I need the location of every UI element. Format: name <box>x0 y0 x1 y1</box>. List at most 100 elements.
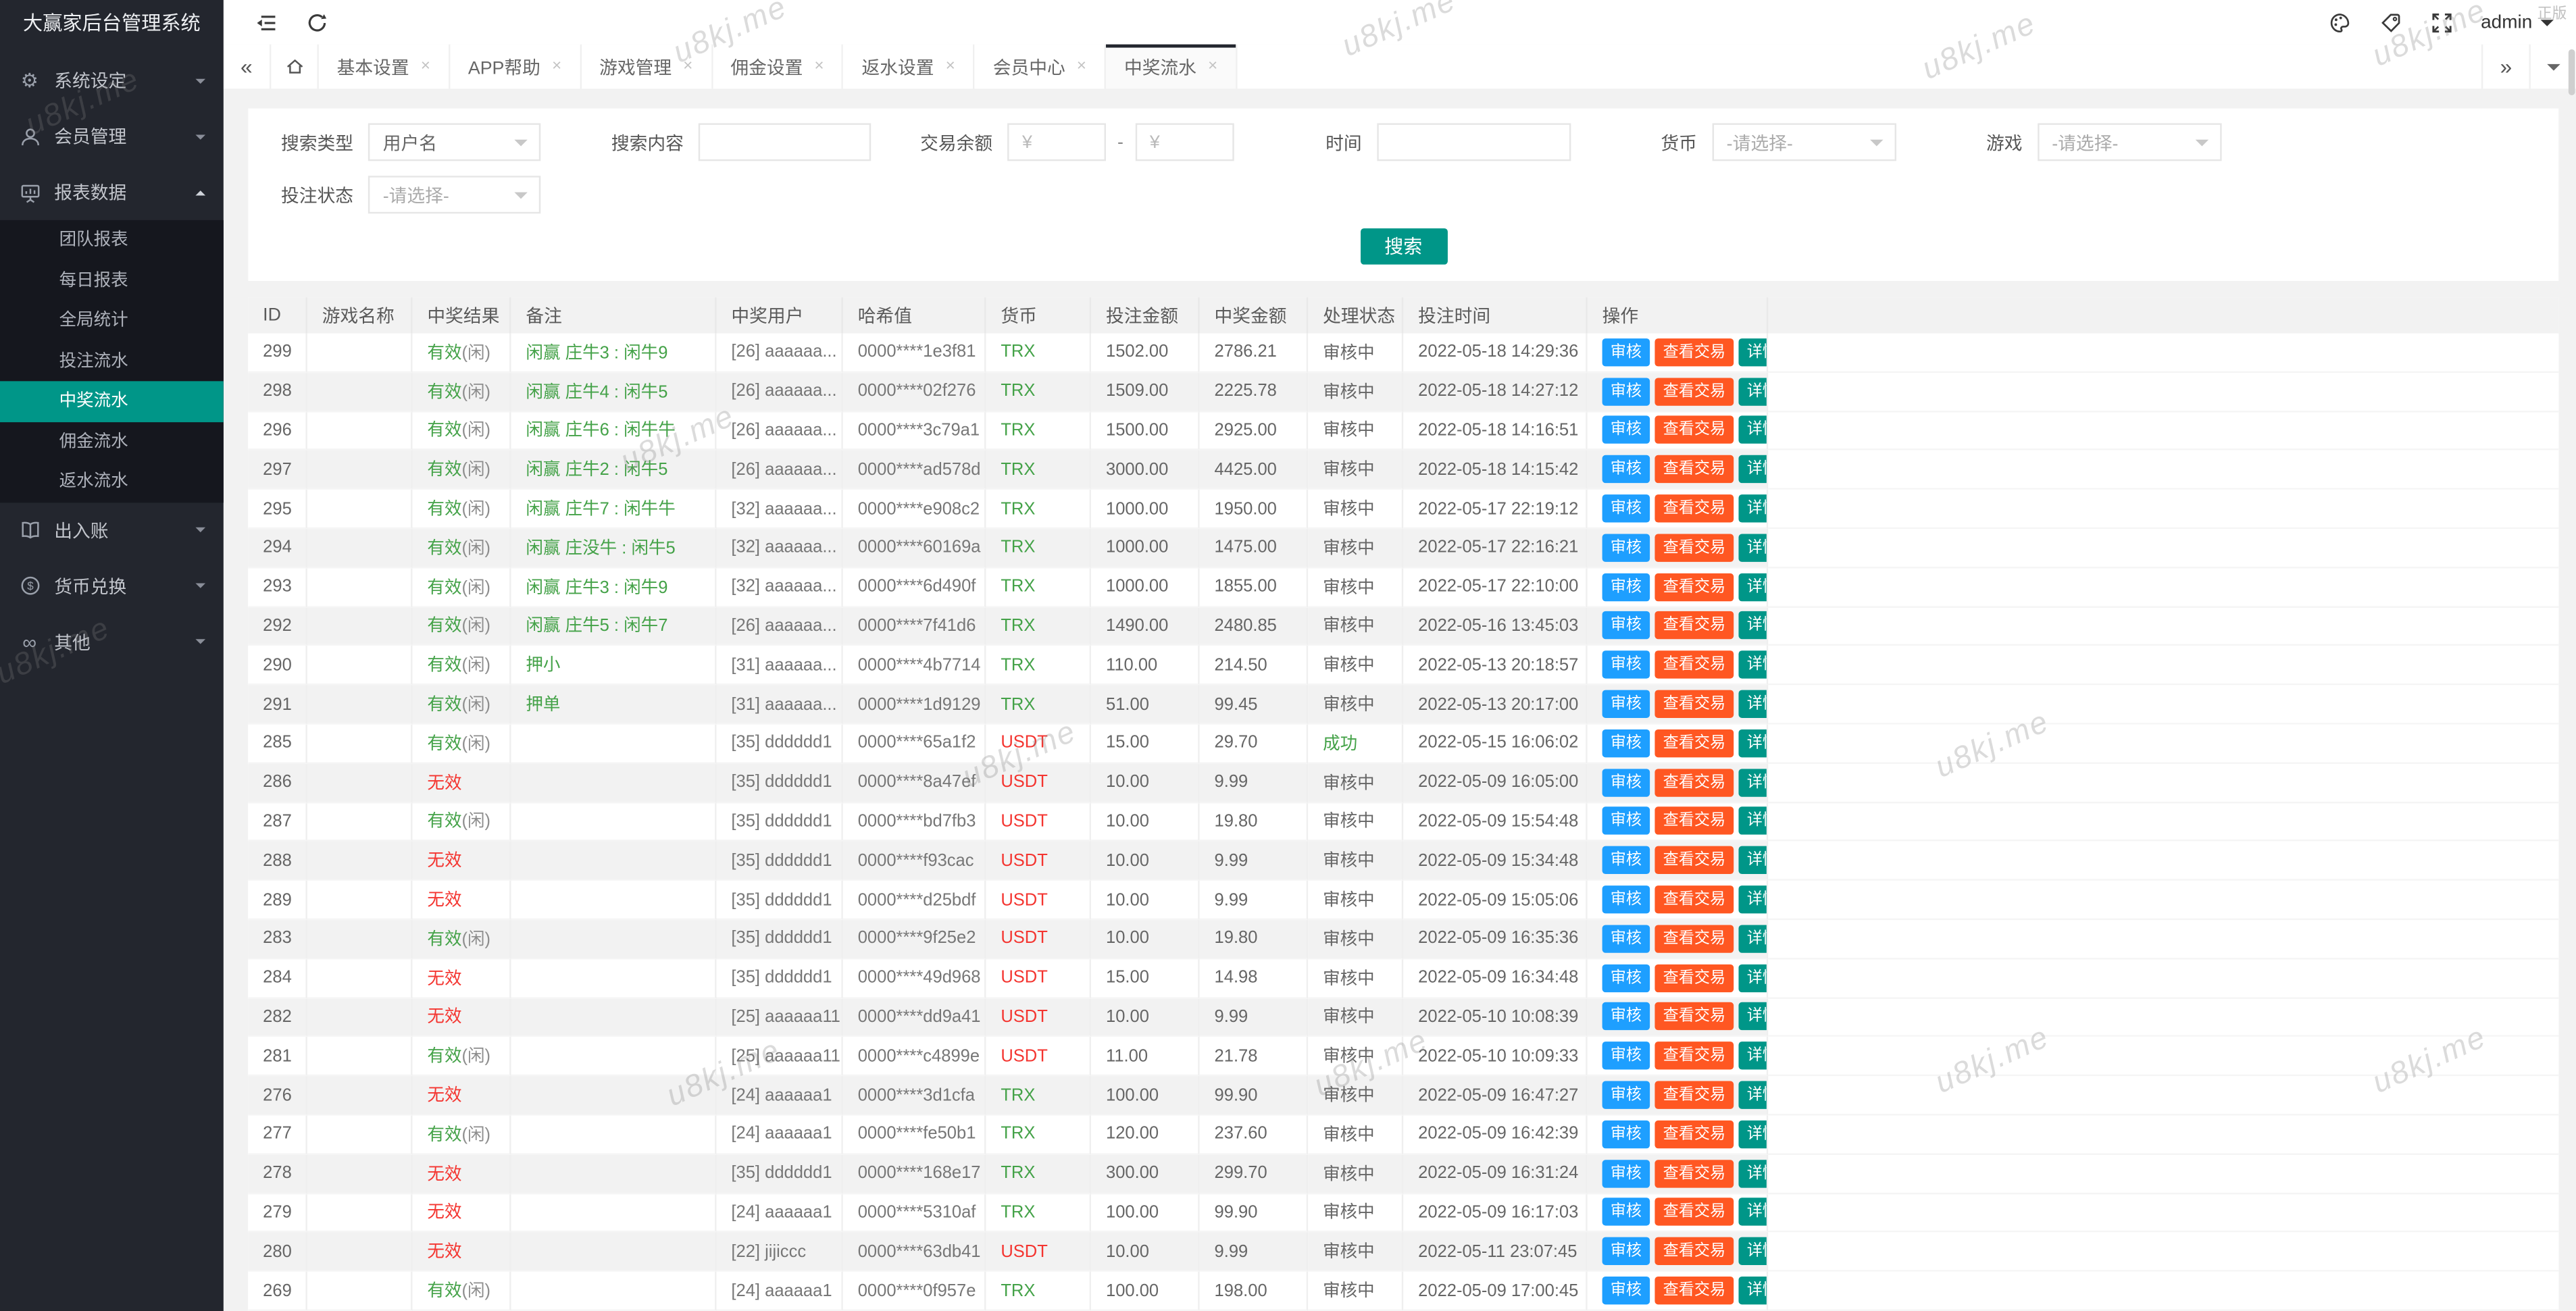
audit-button[interactable]: 审核 <box>1602 769 1650 796</box>
audit-button[interactable]: 审核 <box>1602 1003 1650 1031</box>
detail-button[interactable]: 详情 <box>1739 807 1769 835</box>
tab-会员中心[interactable]: 会员中心× <box>975 45 1106 89</box>
detail-button[interactable]: 详情 <box>1739 1198 1769 1226</box>
collapse-sidebar-icon[interactable] <box>253 11 278 34</box>
tabs-scroll-left-icon[interactable]: « <box>224 45 272 89</box>
view-transaction-button[interactable]: 查看交易 <box>1655 846 1734 874</box>
tab-佣金设置[interactable]: 佣金设置× <box>713 45 844 89</box>
detail-button[interactable]: 详情 <box>1739 964 1769 992</box>
view-transaction-button[interactable]: 查看交易 <box>1655 807 1734 835</box>
audit-button[interactable]: 审核 <box>1602 1159 1650 1187</box>
detail-button[interactable]: 详情 <box>1739 1277 1769 1304</box>
theme-palette-icon[interactable] <box>2328 11 2351 34</box>
audit-button[interactable]: 审核 <box>1602 846 1650 874</box>
refresh-icon[interactable] <box>305 11 328 34</box>
audit-button[interactable]: 审核 <box>1602 885 1650 913</box>
audit-button[interactable]: 审核 <box>1602 573 1650 600</box>
detail-button[interactable]: 详情 <box>1739 1003 1769 1031</box>
audit-button[interactable]: 审核 <box>1602 1042 1650 1070</box>
tab-APP帮助[interactable]: APP帮助× <box>450 45 581 89</box>
audit-button[interactable]: 审核 <box>1602 964 1650 992</box>
detail-button[interactable]: 详情 <box>1739 494 1769 522</box>
detail-button[interactable]: 详情 <box>1739 573 1769 600</box>
view-transaction-button[interactable]: 查看交易 <box>1655 1159 1734 1187</box>
close-icon[interactable]: × <box>1208 57 1217 76</box>
detail-button[interactable]: 详情 <box>1739 1237 1769 1265</box>
view-transaction-button[interactable]: 查看交易 <box>1655 1277 1734 1304</box>
balance-max-input[interactable] <box>1167 132 1219 152</box>
audit-button[interactable]: 审核 <box>1602 417 1650 444</box>
close-icon[interactable]: × <box>1077 57 1086 76</box>
view-transaction-button[interactable]: 查看交易 <box>1655 573 1734 600</box>
detail-button[interactable]: 详情 <box>1739 1159 1769 1187</box>
audit-button[interactable]: 审核 <box>1602 1081 1650 1109</box>
view-transaction-button[interactable]: 查看交易 <box>1655 378 1734 405</box>
view-transaction-button[interactable]: 查看交易 <box>1655 534 1734 561</box>
view-transaction-button[interactable]: 查看交易 <box>1655 1237 1734 1265</box>
view-transaction-button[interactable]: 查看交易 <box>1655 964 1734 992</box>
audit-button[interactable]: 审核 <box>1602 338 1650 366</box>
sidebar-item-currency-exchange[interactable]: $ 货币兑换 <box>0 558 224 614</box>
tab-中奖流水[interactable]: 中奖流水× <box>1106 45 1237 89</box>
detail-button[interactable]: 详情 <box>1739 885 1769 913</box>
sidebar-item-team-report[interactable]: 团队报表 <box>0 220 224 261</box>
fullscreen-icon[interactable] <box>2430 11 2453 34</box>
sidebar-item-daily-report[interactable]: 每日报表 <box>0 261 224 301</box>
detail-button[interactable]: 详情 <box>1739 455 1769 483</box>
close-icon[interactable]: × <box>552 57 561 76</box>
view-transaction-button[interactable]: 查看交易 <box>1655 1003 1734 1031</box>
view-transaction-button[interactable]: 查看交易 <box>1655 651 1734 679</box>
close-icon[interactable]: × <box>814 57 824 76</box>
tabs-scroll-right-icon[interactable]: » <box>2481 45 2529 89</box>
close-icon[interactable]: × <box>421 57 430 76</box>
audit-button[interactable]: 审核 <box>1602 1198 1650 1226</box>
audit-button[interactable]: 审核 <box>1602 1277 1650 1304</box>
home-tab-icon[interactable] <box>271 45 319 89</box>
audit-button[interactable]: 审核 <box>1602 925 1650 952</box>
sidebar-item-in-out-account[interactable]: 出入账 <box>0 502 224 558</box>
tag-icon[interactable] <box>2379 11 2402 34</box>
bet-status-select[interactable]: -请选择- <box>368 176 540 213</box>
detail-button[interactable]: 详情 <box>1739 534 1769 561</box>
view-transaction-button[interactable]: 查看交易 <box>1655 417 1734 444</box>
sidebar-item-other[interactable]: ∞ 其他 <box>0 614 224 670</box>
view-transaction-button[interactable]: 查看交易 <box>1655 729 1734 757</box>
sidebar-item-winning-flow[interactable]: 中奖流水 <box>0 381 224 421</box>
detail-button[interactable]: 详情 <box>1739 1081 1769 1109</box>
sidebar-item-commission-flow[interactable]: 佣金流水 <box>0 421 224 462</box>
view-transaction-button[interactable]: 查看交易 <box>1655 925 1734 952</box>
vertical-scrollbar[interactable] <box>2569 49 2575 95</box>
view-transaction-button[interactable]: 查看交易 <box>1655 1120 1734 1148</box>
detail-button[interactable]: 详情 <box>1739 925 1769 952</box>
audit-button[interactable]: 审核 <box>1602 1120 1650 1148</box>
audit-button[interactable]: 审核 <box>1602 455 1650 483</box>
view-transaction-button[interactable]: 查看交易 <box>1655 455 1734 483</box>
detail-button[interactable]: 详情 <box>1739 690 1769 718</box>
detail-button[interactable]: 详情 <box>1739 612 1769 640</box>
sidebar-item-member-management[interactable]: 会员管理 <box>0 109 224 165</box>
detail-button[interactable]: 详情 <box>1739 338 1769 366</box>
detail-button[interactable]: 详情 <box>1739 378 1769 405</box>
view-transaction-button[interactable]: 查看交易 <box>1655 769 1734 796</box>
sidebar-item-report-data[interactable]: 报表数据 <box>0 164 224 220</box>
view-transaction-button[interactable]: 查看交易 <box>1655 885 1734 913</box>
search-content-input[interactable] <box>713 132 857 152</box>
sidebar-item-system-settings[interactable]: ⚙ 系统设定 <box>0 53 224 109</box>
audit-button[interactable]: 审核 <box>1602 534 1650 561</box>
close-icon[interactable]: × <box>683 57 692 76</box>
audit-button[interactable]: 审核 <box>1602 1237 1650 1265</box>
detail-button[interactable]: 详情 <box>1739 1120 1769 1148</box>
view-transaction-button[interactable]: 查看交易 <box>1655 494 1734 522</box>
audit-button[interactable]: 审核 <box>1602 494 1650 522</box>
audit-button[interactable]: 审核 <box>1602 378 1650 405</box>
sidebar-item-rebate-flow[interactable]: 返水流水 <box>0 462 224 503</box>
time-input[interactable] <box>1391 132 1555 152</box>
audit-button[interactable]: 审核 <box>1602 807 1650 835</box>
audit-button[interactable]: 审核 <box>1602 612 1650 640</box>
detail-button[interactable]: 详情 <box>1739 729 1769 757</box>
tab-基本设置[interactable]: 基本设置× <box>319 45 450 89</box>
audit-button[interactable]: 审核 <box>1602 729 1650 757</box>
view-transaction-button[interactable]: 查看交易 <box>1655 612 1734 640</box>
tab-返水设置[interactable]: 返水设置× <box>844 45 975 89</box>
view-transaction-button[interactable]: 查看交易 <box>1655 338 1734 366</box>
